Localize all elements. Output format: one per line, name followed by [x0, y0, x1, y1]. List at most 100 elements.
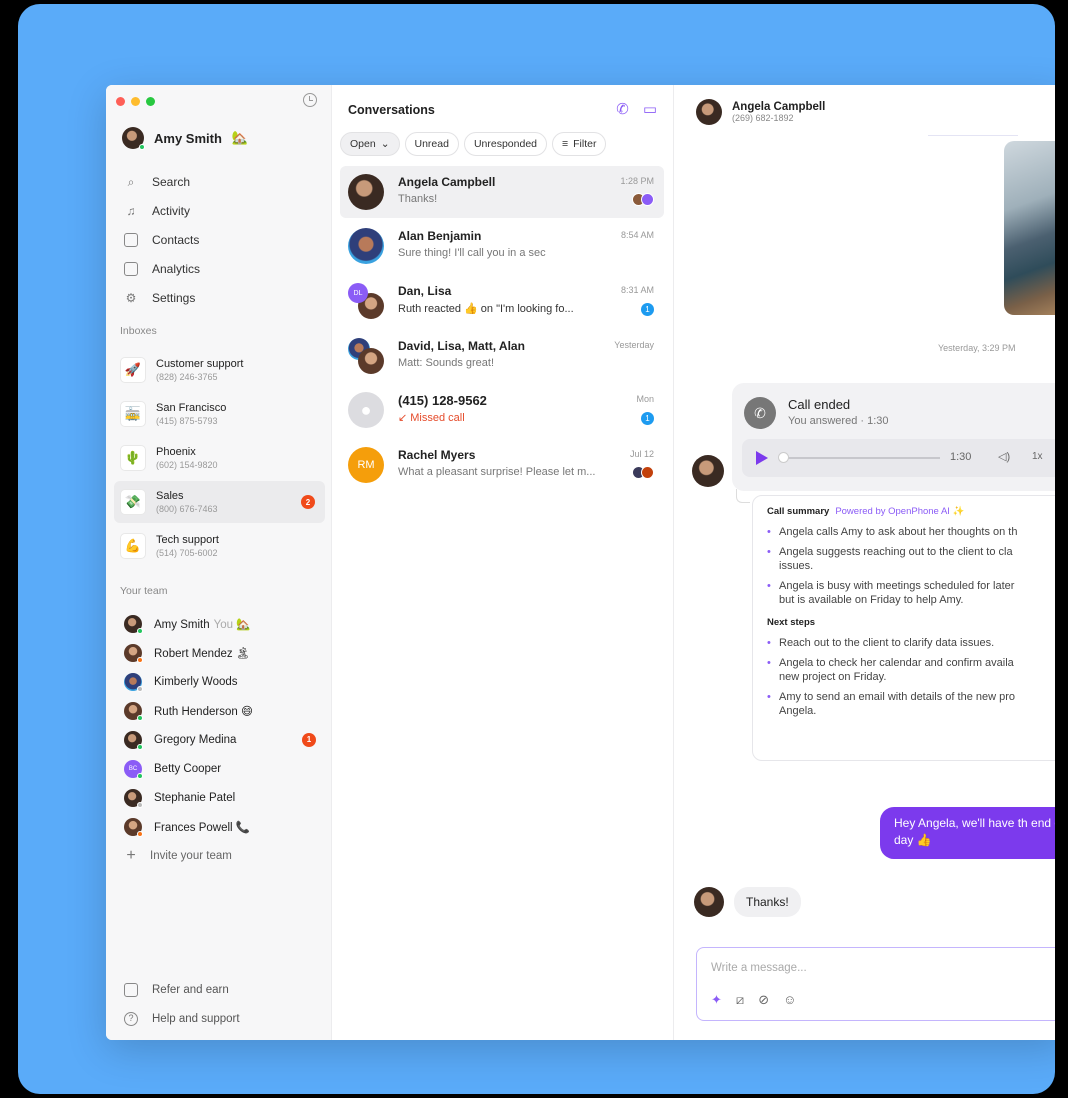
- chip-label: Unread: [414, 138, 449, 150]
- team-member[interactable]: BC Betty Cooper: [124, 754, 320, 783]
- next-step: Reach out to the client to clarify data …: [767, 636, 1055, 650]
- conversation-time: 8:31 AM: [620, 285, 654, 295]
- help-and-support-link[interactable]: ? Help and support: [124, 1004, 240, 1033]
- volume-icon[interactable]: ◁): [998, 450, 1010, 463]
- chat-header: Angela Campbell (269) 682-1892: [696, 99, 825, 125]
- emoji-icon[interactable]: ☺: [783, 992, 796, 1008]
- new-message-icon[interactable]: ▭: [643, 100, 657, 118]
- attachment-icon[interactable]: ⊘: [758, 992, 769, 1008]
- main-nav: ⌕ Search ♫ Activity Contacts Analytics ⚙: [124, 167, 200, 312]
- refer-and-earn-link[interactable]: Refer and earn: [124, 975, 240, 1004]
- inbox-sales[interactable]: 💸 Sales (800) 676-7463 2: [114, 481, 325, 523]
- conversation-name: Dan, Lisa: [398, 284, 452, 298]
- conversation-item[interactable]: RM Rachel Myers What a pleasant surprise…: [340, 439, 664, 491]
- summary-point: Angela is busy with meetings scheduled f…: [767, 579, 1055, 607]
- message-composer[interactable]: Write a message... ✦ ⧄ ⊘ ☺: [696, 947, 1055, 1021]
- conversation-item[interactable]: DL Dan, Lisa Ruth reacted 👍 on "I'm look…: [340, 275, 664, 327]
- play-icon[interactable]: [756, 451, 768, 465]
- filter-open[interactable]: Open ⌄: [340, 132, 400, 156]
- conversation-item[interactable]: Alan Benjamin Sure thing! I'll call you …: [340, 220, 664, 272]
- divider: [928, 135, 1018, 136]
- conversations-actions: ✆ ▭: [616, 100, 657, 118]
- call-title: Call ended: [788, 397, 851, 412]
- inbox-phoenix[interactable]: 🌵 Phoenix (602) 154-9820: [114, 437, 325, 479]
- team-member[interactable]: Frances Powell 📞: [124, 812, 320, 841]
- inbox-name: Customer support: [156, 358, 244, 370]
- nav-analytics[interactable]: Analytics: [124, 254, 200, 283]
- inbox-name: Sales: [156, 490, 184, 502]
- status-emoji: 🏝: [235, 647, 251, 660]
- audio-scrubber[interactable]: [778, 452, 789, 463]
- avatar: RM: [348, 447, 384, 483]
- phone-icon[interactable]: ✆: [616, 100, 629, 118]
- outgoing-message: Hey Angela, we'll have th end of day 👍: [880, 807, 1055, 859]
- shared-photo[interactable]: [1004, 141, 1055, 315]
- playback-speed[interactable]: 1x: [1032, 451, 1043, 462]
- summary-point: Angela suggests reaching out to the clie…: [767, 545, 1055, 573]
- nav-settings[interactable]: ⚙ Settings: [124, 283, 200, 312]
- team-member[interactable]: Stephanie Patel: [124, 783, 320, 812]
- summary-point-line: but is available on Friday to help Amy.: [779, 594, 964, 606]
- contacts-icon: [124, 232, 138, 247]
- inbox-san-francisco[interactable]: 🚋 San Francisco (415) 875-5793: [114, 393, 325, 435]
- member-name: Robert Mendez: [154, 647, 233, 660]
- incoming-message: Thanks!: [734, 887, 801, 917]
- ai-sparkle-icon[interactable]: ✦: [711, 992, 722, 1008]
- conversation-time: Mon: [636, 394, 654, 404]
- team-member[interactable]: Kimberly Woods: [124, 667, 320, 696]
- next-step: Angela to check her calendar and confirm…: [767, 656, 1055, 684]
- current-user[interactable]: Amy Smith 🏡: [122, 127, 248, 150]
- unread-badge: 2: [301, 495, 315, 509]
- close-window-button[interactable]: [116, 97, 125, 106]
- chevron-down-icon: ⌄: [380, 138, 390, 150]
- nav-search[interactable]: ⌕ Search: [124, 167, 200, 196]
- avatar: [348, 174, 384, 210]
- conversation-preview: ↙ Missed call: [398, 412, 465, 424]
- team-member[interactable]: Gregory Medina 1: [124, 725, 320, 754]
- minimize-window-button[interactable]: [131, 97, 140, 106]
- next-steps-title: Next steps: [767, 617, 816, 628]
- team-member[interactable]: Amy Smith You 🏡: [124, 609, 320, 638]
- call-card: ✆ Call ended You answered · 1:30 1:30 ◁)…: [732, 383, 1055, 491]
- filter-button[interactable]: ≡ Filter: [552, 132, 607, 156]
- next-steps: Reach out to the client to clarify data …: [767, 636, 1055, 718]
- next-step-line: new project on Friday.: [779, 671, 887, 683]
- filter-unresponded[interactable]: Unresponded: [463, 132, 547, 156]
- snippet-icon[interactable]: ⧄: [736, 992, 744, 1008]
- tram-icon: 🚋: [120, 401, 146, 427]
- member-name: Stephanie Patel: [154, 791, 236, 804]
- avatar: [358, 348, 384, 374]
- summary-point-line: issues.: [779, 560, 814, 572]
- audio-duration: 1:30: [950, 451, 972, 463]
- inbox-customer-support[interactable]: 🚀 Customer support (828) 246-3765: [114, 349, 325, 391]
- avatar: [124, 817, 143, 837]
- conversation-item[interactable]: ● (415) 128-9562 ↙ Missed call Mon 1: [340, 384, 664, 436]
- filter-unread[interactable]: Unread: [404, 132, 459, 156]
- conversation-item[interactable]: David, Lisa, Matt, Alan Matt: Sounds gre…: [340, 330, 664, 382]
- team-member[interactable]: Ruth Henderson 😄: [124, 696, 320, 725]
- conversations-title: Conversations: [348, 103, 435, 117]
- nav-activity[interactable]: ♫ Activity: [124, 196, 200, 225]
- history-icon[interactable]: [303, 93, 317, 107]
- summary-point: Angela calls Amy to ask about her though…: [767, 525, 1055, 539]
- avatar: [124, 701, 143, 721]
- rocket-icon: 🚀: [120, 357, 146, 383]
- conversation-name: Rachel Myers: [398, 448, 476, 462]
- inbox-phone: (800) 676-7463: [156, 504, 218, 514]
- maximize-window-button[interactable]: [146, 97, 155, 106]
- invite-team-button[interactable]: + Invite your team: [124, 841, 320, 870]
- conversation-item[interactable]: Angela Campbell Thanks! 1:28 PM: [340, 166, 664, 218]
- avatar: [348, 228, 384, 264]
- team-member[interactable]: Robert Mendez 🏝: [124, 638, 320, 667]
- inbox-tech-support[interactable]: 💪 Tech support (514) 705-6002: [114, 525, 325, 567]
- member-name: Betty Cooper: [154, 762, 222, 775]
- current-user-name: Amy Smith: [154, 130, 222, 146]
- you-label: You: [213, 618, 233, 631]
- avatar: [124, 672, 143, 692]
- conversation-name: (415) 128-9562: [398, 393, 487, 408]
- conversation-preview: Matt: Sounds great!: [398, 357, 494, 369]
- participant-avatars: [632, 193, 654, 206]
- backdrop: Amy Smith 🏡 ⌕ Search ♫ Activity Contacts: [18, 4, 1055, 1094]
- nav-contacts[interactable]: Contacts: [124, 225, 200, 254]
- audio-track[interactable]: [780, 457, 940, 459]
